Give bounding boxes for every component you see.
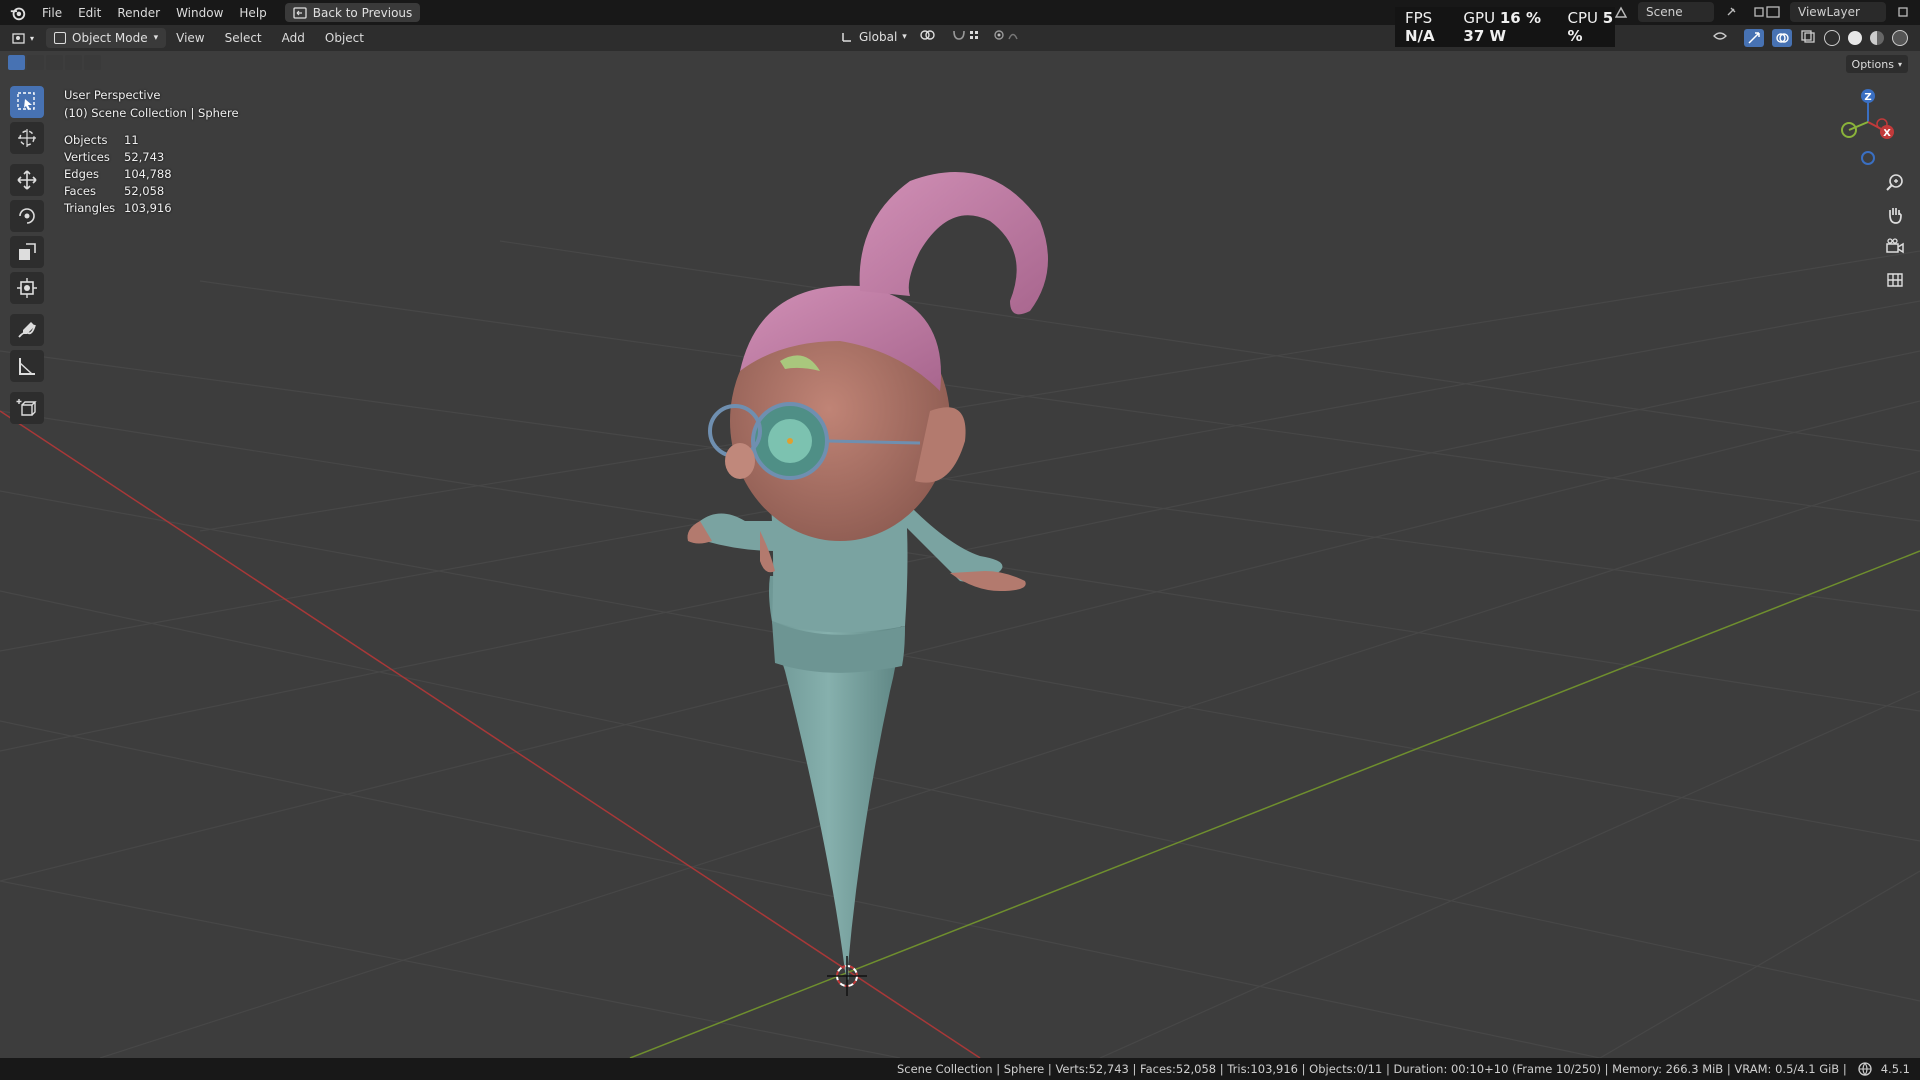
- select-intersect-button[interactable]: [84, 55, 101, 70]
- perspective-label: User Perspective: [64, 88, 161, 102]
- material-shading-icon[interactable]: [1870, 30, 1884, 45]
- gizmo-z-label: Z: [1864, 92, 1871, 103]
- options-label: Options: [1851, 57, 1894, 71]
- gizmo-toggle-icon[interactable]: [1744, 28, 1764, 47]
- select-extend-button[interactable]: [27, 55, 44, 70]
- new-view-layer-icon[interactable]: [1892, 2, 1914, 22]
- back-to-previous-button[interactable]: Back to Previous: [284, 3, 421, 22]
- rendered-shading-icon[interactable]: [1892, 29, 1908, 46]
- collection-label: (10) Scene Collection | Sphere: [64, 106, 239, 120]
- orientation-dropdown[interactable]: Global ▾: [840, 30, 907, 44]
- orientation-label: Global: [859, 29, 898, 44]
- back-icon: [293, 6, 307, 19]
- select-invert-button[interactable]: [65, 55, 82, 70]
- transform-tools: Global ▾: [840, 28, 1023, 45]
- solid-shading-icon[interactable]: [1848, 30, 1862, 45]
- options-dropdown[interactable]: Options ▾: [1845, 55, 1908, 73]
- ortho-toggle-button[interactable]: [1880, 266, 1910, 292]
- cpu-readout: CPU 5 %: [1567, 9, 1614, 45]
- version-label: 4.5.1: [1880, 1062, 1910, 1076]
- globe-icon[interactable]: [1857, 1061, 1873, 1077]
- orientation-icon: [842, 32, 851, 42]
- annotate-tool[interactable]: [10, 314, 44, 346]
- gpu-readout: GPU 16 % 37 W: [1463, 9, 1541, 45]
- camera-icon: [1886, 238, 1904, 254]
- stat-triangles: Triangles 103,916: [64, 200, 172, 215]
- navigation-buttons: [1880, 170, 1910, 292]
- proportional-edit-icon[interactable]: [993, 28, 1023, 45]
- select-box-tool[interactable]: [10, 86, 44, 118]
- stat-objects: Objects 11: [64, 132, 139, 147]
- 3d-viewport[interactable]: [0, 51, 1920, 1058]
- menu-select[interactable]: Select: [215, 31, 272, 45]
- viewport-display-tools: [1712, 28, 1908, 47]
- rotate-tool[interactable]: [10, 200, 44, 232]
- add-cube-icon: [16, 399, 37, 416]
- view-layer-icon[interactable]: [1762, 2, 1784, 22]
- measure-tool[interactable]: [10, 350, 44, 382]
- overlays-icon[interactable]: [1772, 28, 1792, 47]
- menu-file[interactable]: File: [34, 0, 70, 25]
- cursor-icon: [18, 129, 36, 147]
- rotate-icon: [19, 208, 35, 224]
- menu-object[interactable]: Object: [315, 31, 374, 45]
- mode-label: Object Mode: [72, 31, 148, 45]
- stat-faces: Faces 52,058: [64, 183, 165, 198]
- pin-icon[interactable]: [1720, 2, 1742, 22]
- scale-tool[interactable]: [10, 236, 44, 268]
- status-bar: Scene Collection | Sphere | Verts:52,743…: [0, 1058, 1920, 1080]
- back-button-label: Back to Previous: [312, 5, 413, 20]
- add-cube-tool[interactable]: [10, 392, 44, 424]
- hand-icon: [1889, 208, 1902, 224]
- visibility-icon[interactable]: [1712, 28, 1736, 47]
- scene-statistics: Objects 11 Vertices 52,743 Edges 104,788 Fa…: [64, 131, 172, 216]
- zoom-button[interactable]: [1880, 170, 1910, 196]
- view-layer-selector: ViewLayer: [1762, 2, 1914, 22]
- top-menu-bar: File Edit Render Window Help Back to Pre…: [0, 0, 1920, 25]
- annotate-icon: [18, 322, 36, 338]
- scene-selector: Scene: [1610, 2, 1770, 22]
- pivot-icon[interactable]: [919, 28, 939, 45]
- select-subtract-button[interactable]: [46, 55, 63, 70]
- performance-hud: FPS N/A GPU 16 % 37 W CPU 5 %: [1395, 7, 1615, 47]
- gizmo-neg-z-axis[interactable]: [1861, 151, 1875, 165]
- menu-help[interactable]: Help: [231, 0, 274, 25]
- cursor-tool[interactable]: [10, 122, 44, 154]
- select-box-icon: [17, 92, 35, 110]
- wireframe-shading-icon[interactable]: [1824, 29, 1840, 46]
- scale-icon: [19, 243, 36, 260]
- camera-view-button[interactable]: [1880, 234, 1910, 260]
- xray-icon[interactable]: [1800, 28, 1816, 47]
- gizmo-x-label: X: [1883, 128, 1891, 139]
- editor-type-button[interactable]: ▾: [6, 28, 40, 48]
- transform-icon: [17, 278, 37, 298]
- left-toolbar: [8, 86, 46, 428]
- blender-logo-icon[interactable]: [8, 3, 28, 23]
- pan-button[interactable]: [1880, 202, 1910, 228]
- grid-icon: [1887, 273, 1903, 287]
- stat-vertices: Vertices 52,743: [64, 149, 165, 164]
- view-layer-name-field[interactable]: ViewLayer: [1790, 2, 1886, 22]
- menu-render[interactable]: Render: [109, 0, 168, 25]
- measure-icon: [19, 358, 35, 375]
- stat-edges: Edges 104,788: [64, 166, 172, 181]
- select-new-button[interactable]: [8, 55, 25, 70]
- menu-add[interactable]: Add: [272, 31, 315, 45]
- snap-icon[interactable]: [951, 28, 981, 45]
- selection-mode-buttons: [8, 55, 101, 70]
- viewport-info-overlay: User Perspective (10) Scene Collection |…: [64, 86, 239, 122]
- zoom-icon: [1886, 174, 1903, 191]
- transform-tool[interactable]: [10, 272, 44, 304]
- scene-name-field[interactable]: Scene: [1638, 2, 1714, 22]
- menu-view[interactable]: View: [166, 31, 214, 45]
- object-mode-dropdown[interactable]: Object Mode ▾: [46, 28, 167, 48]
- move-tool[interactable]: [10, 164, 44, 196]
- menu-window[interactable]: Window: [168, 0, 231, 25]
- menu-edit[interactable]: Edit: [70, 0, 109, 25]
- fps-readout: FPS N/A: [1405, 9, 1435, 45]
- navigation-gizmo[interactable]: Z X: [1832, 86, 1912, 176]
- status-bar-info: Scene Collection | Sphere | Verts:52,743…: [896, 1062, 1847, 1076]
- move-icon: [17, 170, 37, 190]
